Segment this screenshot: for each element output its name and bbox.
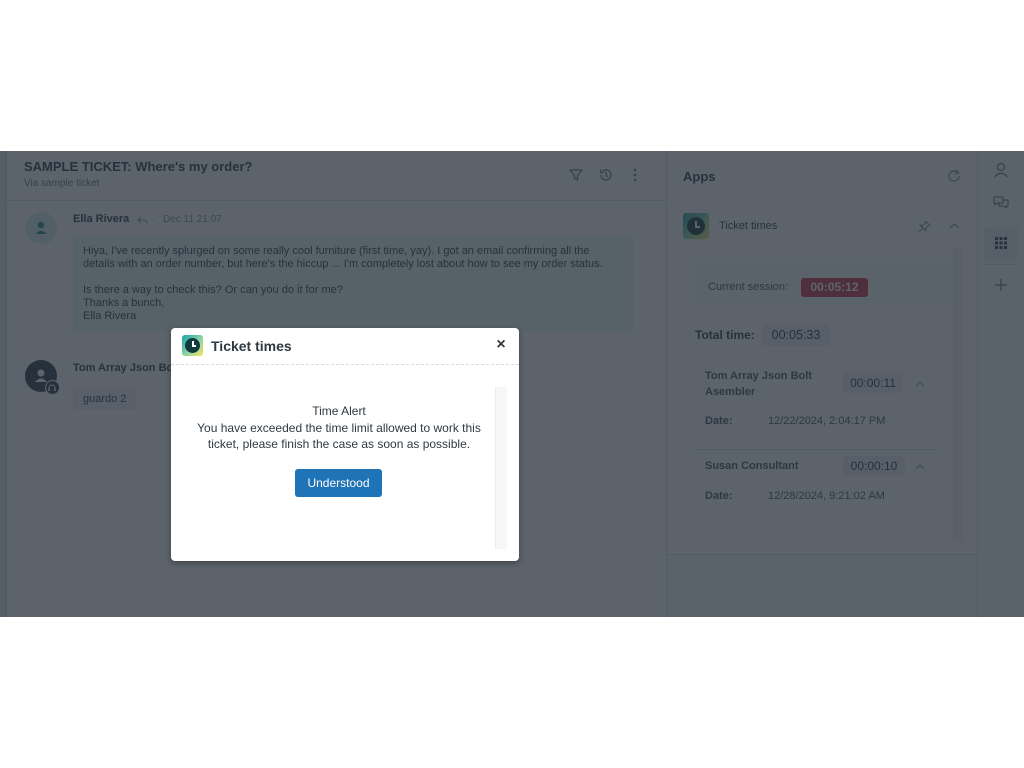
understood-button[interactable]: Understood bbox=[295, 469, 382, 497]
time-alert-modal: Ticket times × Time Alert You have excee… bbox=[171, 328, 519, 561]
close-icon[interactable]: × bbox=[493, 337, 509, 353]
modal-title: Ticket times bbox=[211, 338, 292, 354]
alert-message: You have exceeded the time limit allowed… bbox=[197, 421, 481, 451]
app-window: SAMPLE TICKET: Where's my order? Via sam… bbox=[0, 151, 1024, 617]
modal-header: Ticket times × bbox=[171, 328, 519, 365]
ticket-times-logo bbox=[182, 335, 203, 356]
alert-title: Time Alert bbox=[312, 404, 366, 418]
